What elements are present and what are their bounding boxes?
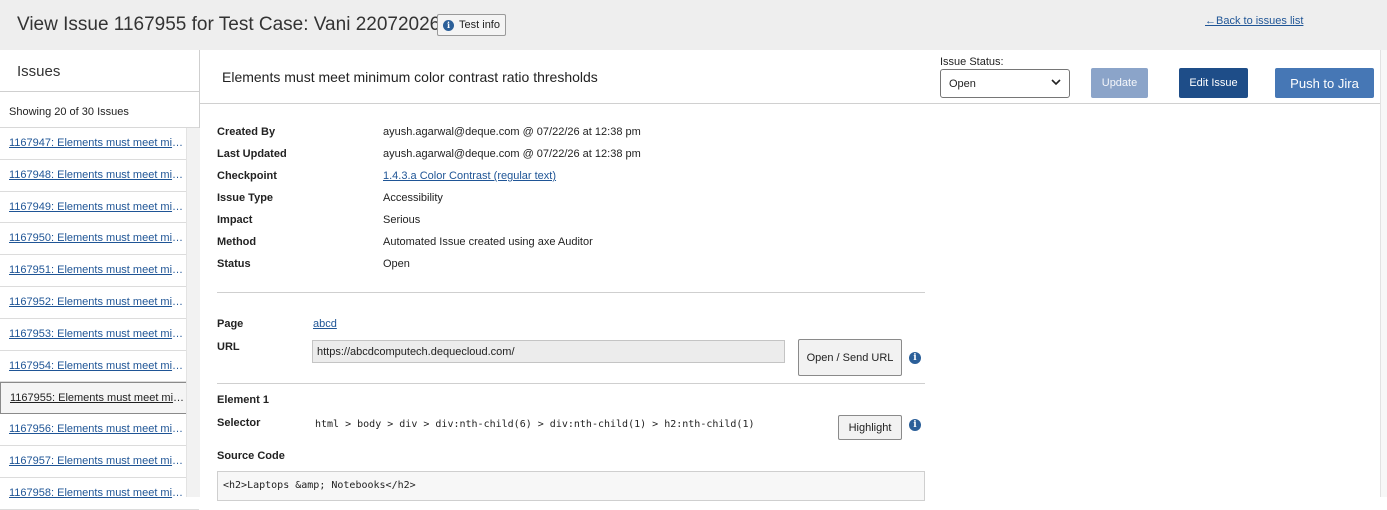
issue-list-item[interactable]: 1167952: Elements must meet minimum colo… [0,287,199,319]
issue-link[interactable]: 1167947: Elements must meet minimum colo… [9,137,189,149]
element-heading: Element 1 [217,394,269,406]
page-scrollbar[interactable] [1380,50,1387,497]
edit-issue-button[interactable]: Edit Issue [1179,68,1248,98]
issues-count-text: Showing 20 of 30 Issues [0,92,199,128]
issue-list: 1167947: Elements must meet minimum colo… [0,128,199,510]
sidebar-heading: Issues [0,50,199,92]
page-link[interactable]: abcd [313,318,337,330]
issue-status-select[interactable]: Open [940,69,1070,98]
last-updated-value: ayush.agarwal@deque.com @ 07/22/26 at 12… [383,148,641,160]
top-header-bar: View Issue 1167955 for Test Case: Vani 2… [0,0,1387,50]
issue-link[interactable]: 1167950: Elements must meet minimum colo… [9,232,189,244]
issue-link[interactable]: 1167951: Elements must meet minimum colo… [9,264,189,276]
page-label: Page [217,318,244,330]
impact-value: Serious [383,214,421,226]
selector-label: Selector [217,417,261,429]
issue-list-item[interactable]: 1167950: Elements must meet minimum colo… [0,223,199,256]
url-label: URL [217,341,240,353]
test-info-button[interactable]: i Test info [437,14,506,36]
issue-status-label: Issue Status: [940,56,1004,68]
issue-link[interactable]: 1167952: Elements must meet minimum colo… [9,296,189,308]
page-title: View Issue 1167955 for Test Case: Vani 2… [17,14,441,35]
update-button[interactable]: Update [1091,68,1148,98]
impact-label: Impact [217,214,253,226]
last-updated-label: Last Updated [217,148,287,160]
issue-link[interactable]: 1167949: Elements must meet minimum colo… [9,201,189,213]
issue-link[interactable]: 1167953: Elements must meet minimum colo… [9,328,189,340]
push-to-jira-button[interactable]: Push to Jira [1275,68,1374,98]
issue-link[interactable]: 1167948: Elements must meet minimum colo… [9,169,189,181]
method-label: Method [217,236,257,248]
created-by-value: ayush.agarwal@deque.com @ 07/22/26 at 12… [383,126,641,138]
issue-type-value: Accessibility [383,192,443,204]
sidebar-scrollbar[interactable] [186,128,200,497]
back-to-issues-link[interactable]: ←Back to issues list [1205,15,1303,27]
open-send-url-button[interactable]: Open / Send URL [798,339,902,376]
url-field[interactable]: https://abcdcomputech.dequecloud.com/ [312,340,785,363]
issue-list-item[interactable]: 1167948: Elements must meet minimum colo… [0,160,199,192]
issue-link[interactable]: 1167957: Elements must meet minimum colo… [9,455,189,467]
issue-list-item-active[interactable]: 1167955: Elements must meet minimum colo… [0,382,199,415]
test-info-label: Test info [459,19,500,31]
info-icon[interactable]: i [909,419,921,431]
main-divider [200,103,1380,104]
issue-list-item[interactable]: 1167957: Elements must meet minimum colo… [0,446,199,478]
issue-link[interactable]: 1167956: Elements must meet minimum colo… [9,423,189,435]
status-value: Open [383,258,410,270]
checkpoint-link[interactable]: 1.4.3.a Color Contrast (regular text) [383,170,556,182]
source-code-label: Source Code [217,450,285,462]
info-icon: i [443,19,455,31]
issue-list-item[interactable]: 1167953: Elements must meet minimum colo… [0,319,199,351]
selector-value: html > body > div > div:nth-child(6) > d… [315,419,755,430]
issue-list-item[interactable]: 1167951: Elements must meet minimum colo… [0,255,199,287]
section-divider [217,292,925,293]
method-value: Automated Issue created using axe Audito… [383,236,593,248]
issue-list-item[interactable]: 1167949: Elements must meet minimum colo… [0,192,199,224]
highlight-button[interactable]: Highlight [838,415,902,440]
issue-list-item[interactable]: 1167956: Elements must meet minimum colo… [0,414,199,446]
issues-sidebar: Issues Showing 20 of 30 Issues 1167947: … [0,50,200,510]
issue-list-item[interactable]: 1167958: Elements must meet minimum colo… [0,478,199,510]
checkpoint-label: Checkpoint [217,170,277,182]
issue-link[interactable]: 1167954: Elements must meet minimum colo… [9,360,189,372]
created-by-label: Created By [217,126,276,138]
info-icon[interactable]: i [909,352,921,364]
section-divider [217,383,925,384]
issue-type-label: Issue Type [217,192,274,204]
status-label: Status [217,258,251,270]
issue-link[interactable]: 1167955: Elements must meet minimum colo… [10,392,190,404]
issue-list-item[interactable]: 1167947: Elements must meet minimum colo… [0,128,199,160]
chevron-down-icon [1051,79,1061,86]
issue-title: Elements must meet minimum color contras… [222,69,598,85]
issue-list-item[interactable]: 1167954: Elements must meet minimum colo… [0,351,199,383]
issue-status-value: Open [949,77,976,90]
